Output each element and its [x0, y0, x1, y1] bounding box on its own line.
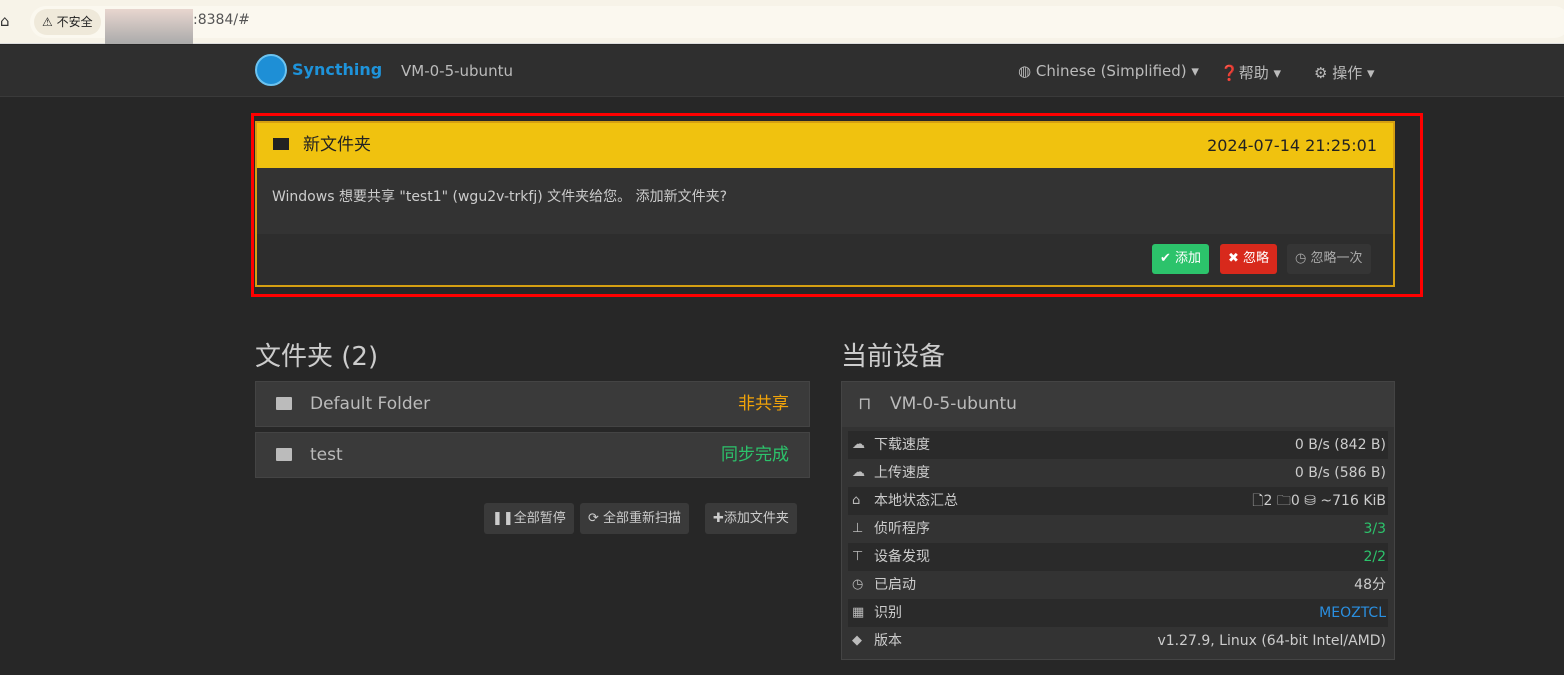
device-name: VM-0-5-ubuntu: [890, 394, 1017, 414]
alert-header: 新文件夹 2024-07-14 21:25:01: [257, 123, 1393, 168]
folder-name: Default Folder: [310, 394, 431, 414]
language-menu[interactable]: ◍ Chinese (Simplified) ▾: [1018, 62, 1199, 80]
home-icon[interactable]: ⌂: [0, 12, 10, 30]
folder-name: test: [310, 445, 343, 465]
folder-test[interactable]: test 同步完成: [255, 432, 810, 478]
ignore-button[interactable]: ✖ 忽略: [1220, 244, 1278, 274]
pause-all-label: 全部暂停: [513, 511, 566, 526]
label: 本地状态汇总: [874, 493, 958, 509]
navbar: Syncthing VM-0-5-ubuntu ◍ Chinese (Simpl…: [0, 45, 1564, 97]
ignore-label: 忽略: [1243, 251, 1270, 266]
value: 0 B/s (842 B): [1294, 437, 1386, 453]
pause-all-button[interactable]: ❚❚全部暂停: [484, 503, 574, 534]
dismiss-label: 忽略一次: [1310, 251, 1363, 266]
dismiss-button[interactable]: ◷ 忽略一次: [1287, 244, 1371, 274]
files-count: 2: [1263, 493, 1273, 509]
device-icon: ⊓: [858, 394, 872, 414]
label: 下载速度: [874, 437, 930, 453]
rescan-all-label: 全部重新扫描: [603, 511, 682, 526]
home-icon: ⌂: [852, 493, 861, 508]
value: 🗋2 🗀0 ⛁ ~716 KiB: [1252, 487, 1386, 515]
row-uptime: ◷ 已启动 48分: [848, 571, 1388, 599]
folders-title: 文件夹 (2): [255, 342, 379, 372]
syncthing-logo-icon[interactable]: [255, 54, 287, 86]
row-upload: ☁ 上传速度 0 B/s (586 B): [848, 459, 1388, 487]
plus-icon: ✚: [713, 511, 724, 526]
value: 0 B/s (586 B): [1294, 465, 1386, 481]
rescan-all-button[interactable]: ⟳ 全部重新扫描: [580, 503, 690, 534]
label: 侦听程序: [874, 521, 930, 537]
dirs-count: 0: [1290, 493, 1300, 509]
row-local-state: ⌂ 本地状态汇总 🗋2 🗀0 ⛁ ~716 KiB: [848, 487, 1388, 515]
device-id-link[interactable]: MEOZTCL: [1319, 599, 1386, 627]
label: 版本: [874, 633, 902, 649]
url-field[interactable]: [30, 6, 1564, 38]
folder-outline-icon: 🗀: [1276, 493, 1291, 509]
pause-icon: ❚❚: [492, 511, 514, 526]
row-listeners: ⊥ 侦听程序 3/3: [848, 515, 1388, 543]
value: v1.27.9, Linux (64-bit Intel/AMD): [1157, 633, 1386, 649]
cloud-upload-icon: ☁: [852, 465, 865, 480]
size: ~716 KiB: [1320, 493, 1386, 509]
folder-icon: [276, 448, 292, 461]
question-icon: ❓: [1220, 64, 1239, 82]
security-label: 不安全: [56, 15, 93, 29]
label: 上传速度: [874, 465, 930, 481]
label: 识别: [874, 605, 902, 621]
refresh-icon: ⟳: [588, 511, 599, 526]
alert-message: Windows 想要共享 "test1" (wgu2v-trkfj) 文件夹给您…: [272, 189, 728, 205]
file-icon: 🗋: [1252, 493, 1264, 509]
device-stats: ☁ 下载速度 0 B/s (842 B) ☁ 上传速度 0 B/s (586 B) ⌂ 本…: [842, 431, 1394, 655]
alert-footer: ✔ 添加 ✖ 忽略 ◷ 忽略一次: [257, 234, 1393, 285]
device-title: 当前设备: [841, 342, 946, 372]
row-download: ☁ 下载速度 0 B/s (842 B): [848, 431, 1388, 459]
add-folder-label: 添加文件夹: [723, 511, 789, 526]
folder-status: 同步完成: [721, 445, 789, 465]
hostname: VM-0-5-ubuntu: [401, 62, 513, 80]
language-label: Chinese (Simplified): [1035, 62, 1187, 80]
actions-menu[interactable]: ⚙ 操作 ▾: [1314, 62, 1375, 83]
brand[interactable]: Syncthing: [292, 60, 382, 79]
actions-label: 操作: [1332, 64, 1363, 82]
add-folder-button[interactable]: ✚添加文件夹: [705, 503, 797, 534]
gear-icon: ⚙: [1314, 64, 1328, 82]
alert-title: 新文件夹: [303, 135, 371, 155]
add-label: 添加: [1175, 251, 1202, 266]
value: 48分: [1354, 577, 1386, 593]
value[interactable]: 3/3: [1363, 515, 1386, 543]
redacted-host: [105, 9, 193, 44]
label: 设备发现: [874, 549, 930, 565]
security-badge[interactable]: ⚠ 不安全: [34, 9, 101, 35]
this-device-panel: ⊓ VM-0-5-ubuntu ☁ 下载速度 0 B/s (842 B) ☁ 上传速度 0…: [841, 381, 1395, 660]
globe-icon: ◍: [1018, 62, 1032, 80]
qrcode-icon: ▦: [852, 605, 865, 620]
url-text: :8384/#: [193, 12, 250, 28]
folder-icon: [273, 138, 289, 150]
folder-icon: [276, 397, 292, 410]
device-header[interactable]: ⊓ VM-0-5-ubuntu: [842, 382, 1394, 427]
cloud-download-icon: ☁: [852, 437, 865, 452]
clock-icon: ◷: [852, 577, 864, 592]
sitemap-icon: ⊥: [852, 521, 864, 536]
help-menu[interactable]: ❓帮助 ▾: [1220, 62, 1281, 83]
folder-status: 非共享: [738, 394, 789, 414]
row-discovery: ⊤ 设备发现 2/2: [848, 543, 1388, 571]
value[interactable]: 2/2: [1363, 543, 1386, 571]
browser-address-bar[interactable]: ⌂ ⚠ 不安全 :8384/#: [0, 0, 1564, 44]
add-button[interactable]: ✔ 添加: [1152, 244, 1210, 274]
tag-icon: ◆: [852, 633, 862, 648]
alert-timestamp: 2024-07-14 21:25:01: [1207, 136, 1377, 155]
help-label: 帮助: [1238, 64, 1269, 82]
folder-default[interactable]: Default Folder 非共享: [255, 381, 810, 427]
new-folder-alert: 新文件夹 2024-07-14 21:25:01 Windows 想要共享 "t…: [255, 121, 1395, 287]
hdd-icon: ⛁: [1304, 493, 1316, 509]
row-version: ◆ 版本 v1.27.9, Linux (64-bit Intel/AMD): [848, 627, 1388, 655]
label: 已启动: [874, 577, 916, 593]
row-identification: ▦ 识别 MEOZTCL: [848, 599, 1388, 627]
signpost-icon: ⊤: [852, 549, 864, 564]
